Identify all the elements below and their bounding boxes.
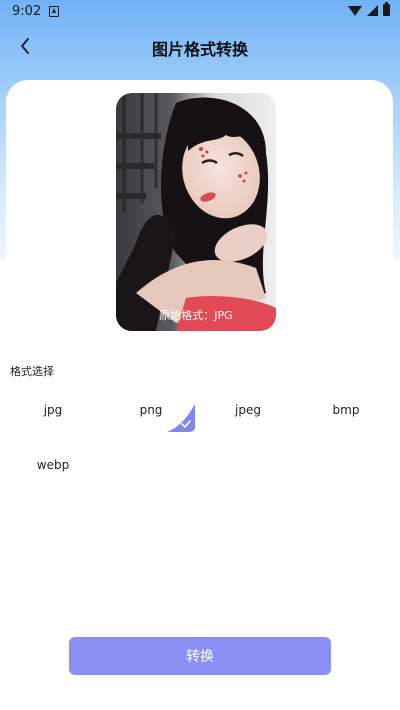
image-preview: 原始格式：JPG	[116, 93, 276, 331]
format-option-bmp[interactable]: bmp	[311, 395, 381, 425]
preview-photo	[116, 93, 276, 331]
battery-icon	[383, 2, 390, 16]
convert-button[interactable]: 转换	[69, 637, 331, 675]
wifi-icon	[348, 6, 362, 16]
original-format-caption: 原始格式：JPG	[159, 309, 233, 322]
format-option-jpeg[interactable]: jpeg	[213, 395, 283, 425]
selected-check-icon	[167, 404, 195, 432]
format-section-label: 格式选择	[10, 365, 54, 378]
format-option-jpg[interactable]: jpg	[18, 395, 88, 425]
app-header: 图片格式转换	[0, 24, 400, 70]
status-time: 9:02	[12, 4, 42, 19]
format-option-webp[interactable]: webp	[18, 450, 88, 480]
page-title: 图片格式转换	[151, 40, 248, 59]
signal-icon	[367, 4, 378, 16]
notification-a-icon	[49, 6, 59, 17]
bottom-edge	[0, 704, 400, 710]
status-bar: 9:02	[0, 0, 400, 24]
